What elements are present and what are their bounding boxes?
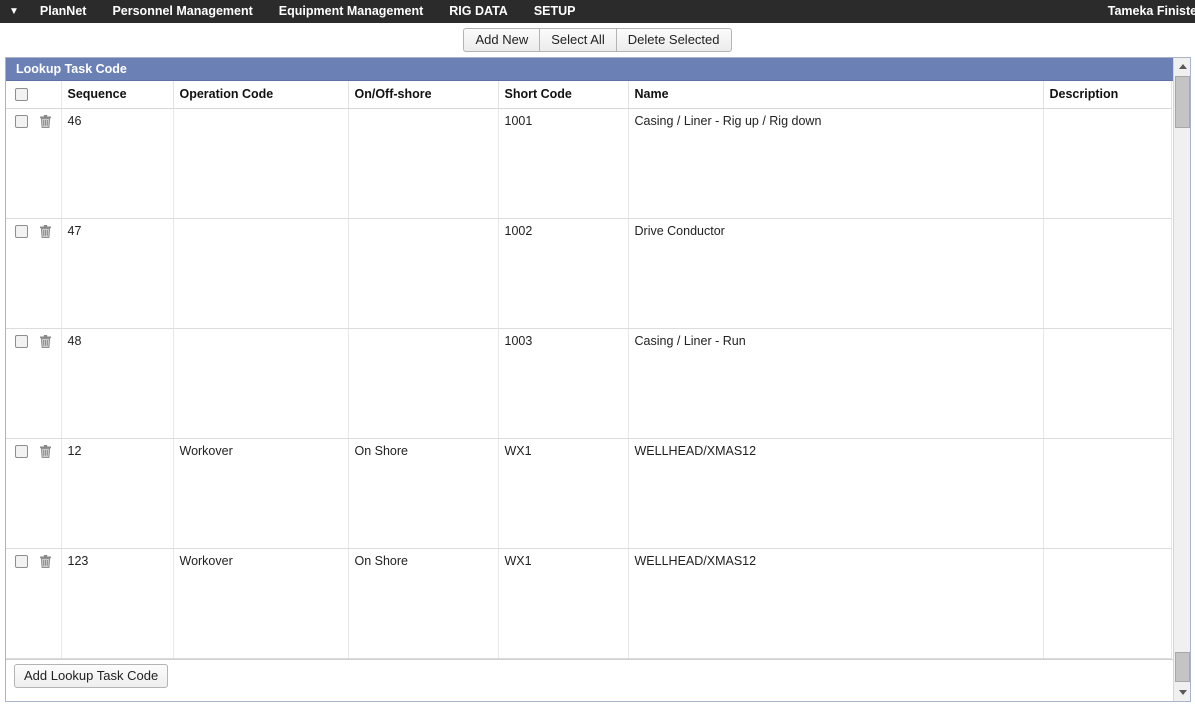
cell-name[interactable]: Casing / Liner - Run: [628, 328, 1044, 440]
row-select-cell: [6, 328, 62, 440]
cell-on-off-shore[interactable]: [348, 328, 499, 440]
cell-name[interactable]: Drive Conductor: [628, 218, 1044, 330]
cell-name[interactable]: Casing / Liner - Rig up / Rig down: [628, 108, 1044, 220]
current-user-label[interactable]: Tameka Finister: [1108, 0, 1195, 23]
cell-sequence[interactable]: 12: [61, 438, 174, 550]
scroll-up-button[interactable]: [1174, 58, 1191, 75]
row-checkbox[interactable]: [15, 115, 28, 129]
nav-item-equipment-management[interactable]: Equipment Management: [266, 0, 436, 23]
cell-operation-code[interactable]: [173, 218, 349, 330]
cell-name[interactable]: WELLHEAD/XMAS12: [628, 548, 1044, 660]
cell-short-code[interactable]: WX1: [498, 548, 629, 660]
cell-short-code[interactable]: 1001: [498, 108, 629, 220]
cell-sequence[interactable]: 123: [61, 548, 174, 660]
table-header-name[interactable]: Name: [628, 81, 1044, 110]
vertical-scrollbar[interactable]: [1173, 58, 1190, 701]
cell-operation-code[interactable]: Workover: [173, 438, 349, 550]
cell-description[interactable]: [1043, 218, 1172, 330]
row-checkbox[interactable]: [15, 445, 28, 459]
scrollbar-thumb-secondary[interactable]: [1175, 652, 1190, 682]
table-header-select: [6, 81, 62, 110]
scrollbar-thumb[interactable]: [1175, 76, 1190, 128]
cell-operation-code[interactable]: [173, 108, 349, 220]
table-row: 12 Workover On Shore WX1 WELLHEAD/XMAS12: [6, 438, 1172, 550]
row-checkbox[interactable]: [15, 555, 28, 569]
cell-on-off-shore[interactable]: On Shore: [348, 548, 499, 660]
cell-sequence[interactable]: 46: [61, 108, 174, 220]
table-row: 48 1003 Casing / Liner - Run: [6, 328, 1172, 440]
table-header-operation-code[interactable]: Operation Code: [173, 81, 349, 110]
table-header-sequence[interactable]: Sequence: [61, 81, 174, 110]
select-all-button[interactable]: Select All: [539, 28, 616, 52]
cell-on-off-shore[interactable]: On Shore: [348, 438, 499, 550]
cell-short-code[interactable]: WX1: [498, 438, 629, 550]
table-row: 123 Workover On Shore WX1 WELLHEAD/XMAS1…: [6, 548, 1172, 660]
cell-short-code[interactable]: 1002: [498, 218, 629, 330]
row-checkbox[interactable]: [15, 225, 28, 239]
add-lookup-task-code-button[interactable]: Add Lookup Task Code: [14, 664, 169, 689]
top-navigation-bar: ▼ PlanNet Personnel Management Equipment…: [0, 0, 1195, 23]
cell-description[interactable]: [1043, 548, 1172, 660]
trash-icon[interactable]: [40, 335, 52, 349]
table-body: 46 1001 Casing / Liner - Rig up / Rig do…: [6, 108, 1172, 660]
row-select-cell: [6, 108, 62, 220]
lookup-task-code-table: Sequence Operation Code On/Off-shore Sho…: [6, 81, 1172, 660]
nav-item-plannet[interactable]: PlanNet: [27, 0, 100, 23]
row-select-cell: [6, 218, 62, 330]
table-row: 46 1001 Casing / Liner - Rig up / Rig do…: [6, 108, 1172, 220]
cell-sequence[interactable]: 47: [61, 218, 174, 330]
cell-on-off-shore[interactable]: [348, 108, 499, 220]
cell-description[interactable]: [1043, 328, 1172, 440]
table-header-on-off-shore[interactable]: On/Off-shore: [348, 81, 499, 110]
select-all-checkbox[interactable]: [15, 88, 28, 102]
row-select-cell: [6, 548, 62, 660]
table-row: 47 1002 Drive Conductor: [6, 218, 1172, 330]
cell-sequence[interactable]: 48: [61, 328, 174, 440]
cell-description[interactable]: [1043, 438, 1172, 550]
scroll-down-button[interactable]: [1174, 684, 1191, 701]
panel-body: Lookup Task Code Sequence Operation Code: [6, 58, 1173, 701]
table-header-row: Sequence Operation Code On/Off-shore Sho…: [6, 81, 1172, 110]
cell-operation-code[interactable]: [173, 328, 349, 440]
table-header-short-code[interactable]: Short Code: [498, 81, 629, 110]
nav-item-rig-data[interactable]: RIG DATA: [436, 0, 521, 23]
add-new-button[interactable]: Add New: [463, 28, 540, 52]
cell-short-code[interactable]: 1003: [498, 328, 629, 440]
row-select-cell: [6, 438, 62, 550]
cell-description[interactable]: [1043, 108, 1172, 220]
trash-icon[interactable]: [40, 225, 52, 239]
cell-on-off-shore[interactable]: [348, 218, 499, 330]
cell-name[interactable]: WELLHEAD/XMAS12: [628, 438, 1044, 550]
trash-icon[interactable]: [40, 115, 52, 129]
panel-title: Lookup Task Code: [6, 58, 1173, 81]
cell-operation-code[interactable]: Workover: [173, 548, 349, 660]
trash-icon[interactable]: [40, 555, 52, 569]
lookup-task-code-panel: Lookup Task Code Sequence Operation Code: [5, 57, 1191, 702]
nav-item-personnel-management[interactable]: Personnel Management: [99, 0, 265, 23]
delete-selected-button[interactable]: Delete Selected: [615, 28, 732, 52]
table-header-description[interactable]: Description: [1043, 81, 1172, 110]
triangle-down-icon: [1178, 690, 1187, 695]
triangle-up-icon: [1178, 64, 1187, 69]
chevron-down-icon[interactable]: ▼: [0, 6, 27, 17]
toolbar-button-group: Add New Select All Delete Selected: [463, 28, 732, 52]
row-checkbox[interactable]: [15, 335, 28, 349]
add-row-footer: Add Lookup Task Code: [6, 659, 1173, 691]
trash-icon[interactable]: [40, 445, 52, 459]
toolbar: Add New Select All Delete Selected: [0, 23, 1195, 54]
nav-item-setup[interactable]: SETUP: [521, 0, 589, 23]
